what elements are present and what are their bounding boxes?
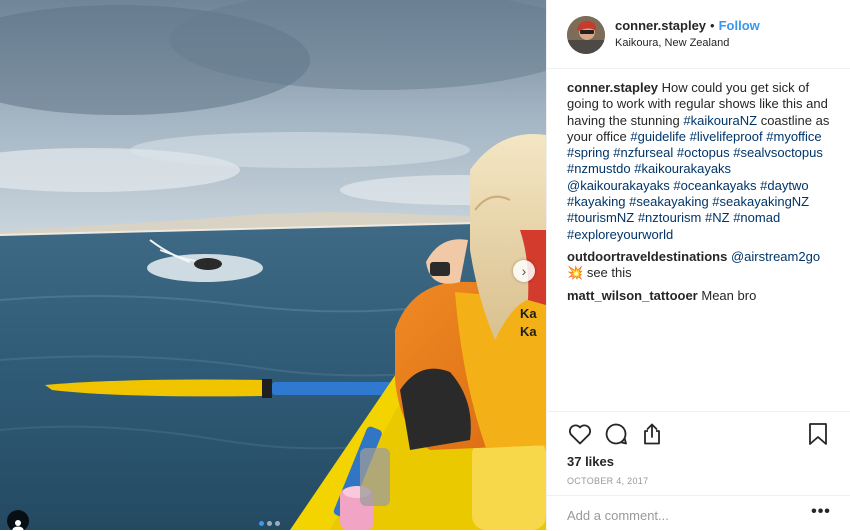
- hashtag-link[interactable]: #kaikouraNZ: [683, 113, 757, 128]
- action-row: [567, 422, 831, 446]
- avatar[interactable]: [567, 16, 605, 54]
- caption-username[interactable]: conner.stapley: [567, 80, 658, 95]
- header-user-line: conner.stapley • Follow: [615, 18, 760, 33]
- hashtag-link[interactable]: #exploreyourworld: [567, 227, 673, 242]
- comment-text: Mean bro: [701, 287, 757, 303]
- chevron-right-icon: ›: [521, 263, 527, 279]
- hashtag-link[interactable]: #oceankayaks: [673, 178, 756, 193]
- hashtag-link[interactable]: #myoffice: [766, 129, 821, 144]
- next-slide-button[interactable]: ›: [513, 260, 535, 282]
- carousel-dot: [275, 521, 280, 526]
- post-side-panel: conner.stapley • Follow Kaikoura, New Zeal…: [546, 0, 850, 530]
- hashtag-link[interactable]: #seakayakingNZ: [712, 194, 809, 209]
- mention-link[interactable]: @kaikourakayaks: [567, 178, 670, 193]
- photo-scene: Ka Ka: [0, 0, 546, 530]
- comment-item: matt_wilson_tattooer Mean bro: [567, 288, 837, 304]
- add-comment-bar: •••: [547, 495, 850, 531]
- save-button[interactable]: [805, 422, 831, 446]
- comment-username[interactable]: matt_wilson_tattooer: [567, 288, 698, 303]
- share-button[interactable]: [639, 422, 665, 446]
- hashtag-link[interactable]: #kayaking: [567, 194, 626, 209]
- caption-text: How could you get sick of going to work …: [567, 80, 829, 242]
- likes-count[interactable]: 37 likes: [567, 454, 614, 469]
- hashtag-link[interactable]: #guidelife: [630, 129, 686, 144]
- avatar-image: [567, 16, 605, 54]
- svg-text:Ka: Ka: [520, 324, 537, 339]
- hashtag-link[interactable]: #tourismNZ: [567, 210, 634, 225]
- comment-input[interactable]: [567, 506, 797, 524]
- svg-text:Ka: Ka: [520, 306, 537, 321]
- share-icon: [644, 423, 660, 445]
- hashtag-link[interactable]: #kaikourakayaks: [634, 161, 731, 176]
- heart-icon: [568, 424, 592, 445]
- hashtag-link[interactable]: #nzfurseal: [613, 145, 673, 160]
- carousel-indicator: [259, 521, 280, 526]
- more-options-button[interactable]: •••: [809, 504, 833, 523]
- hashtag-link[interactable]: #daytwo: [760, 178, 808, 193]
- follow-button[interactable]: Follow: [719, 18, 760, 33]
- person-tag-icon[interactable]: [7, 510, 29, 530]
- post-header: conner.stapley • Follow Kaikoura, New Zeal…: [547, 0, 850, 69]
- post-actions: 37 likes OCTOBER 4, 2017 •••: [547, 411, 850, 530]
- hashtag-link[interactable]: #nztourism: [638, 210, 702, 225]
- hashtag-link[interactable]: #seakayaking: [629, 194, 709, 209]
- person-tag-glyph: [12, 520, 24, 530]
- comment-text: see this: [586, 265, 632, 281]
- post-location[interactable]: Kaikoura, New Zealand: [615, 37, 729, 49]
- bookmark-icon: [809, 423, 827, 445]
- carousel-dot: [259, 521, 264, 526]
- like-button[interactable]: [567, 422, 593, 446]
- hashtag-link[interactable]: #nzmustdo: [567, 161, 631, 176]
- caption: conner.stapley How could you get sick of…: [567, 80, 837, 243]
- hashtag-link[interactable]: #livelifeproof: [690, 129, 763, 144]
- hashtag-link[interactable]: #spring: [567, 145, 610, 160]
- comment-item: outdoortraveldestinations @airstream2go …: [567, 249, 837, 282]
- instagram-post-modal: Ka Ka › conner.stapley • Follow Kaikoura…: [0, 0, 850, 530]
- collision-emoji: 💥: [567, 265, 584, 281]
- carousel-dot: [267, 521, 272, 526]
- hashtag-link[interactable]: #octopus: [677, 145, 730, 160]
- comment-icon: [605, 423, 627, 445]
- hashtag-link[interactable]: #nomad: [733, 210, 780, 225]
- comments-list: conner.stapley How could you get sick of…: [567, 80, 837, 310]
- separator-dot: •: [710, 18, 715, 33]
- post-date: OCTOBER 4, 2017: [567, 476, 649, 486]
- mention-link[interactable]: @airstream2go: [731, 249, 820, 264]
- post-photo[interactable]: Ka Ka ›: [0, 0, 546, 530]
- hashtag-link[interactable]: #sealvsoctopus: [733, 145, 823, 160]
- header-username[interactable]: conner.stapley: [615, 18, 706, 33]
- hashtag-link[interactable]: #NZ: [705, 210, 730, 225]
- comment-button[interactable]: [603, 422, 629, 446]
- comment-username[interactable]: outdoortraveldestinations: [567, 249, 727, 264]
